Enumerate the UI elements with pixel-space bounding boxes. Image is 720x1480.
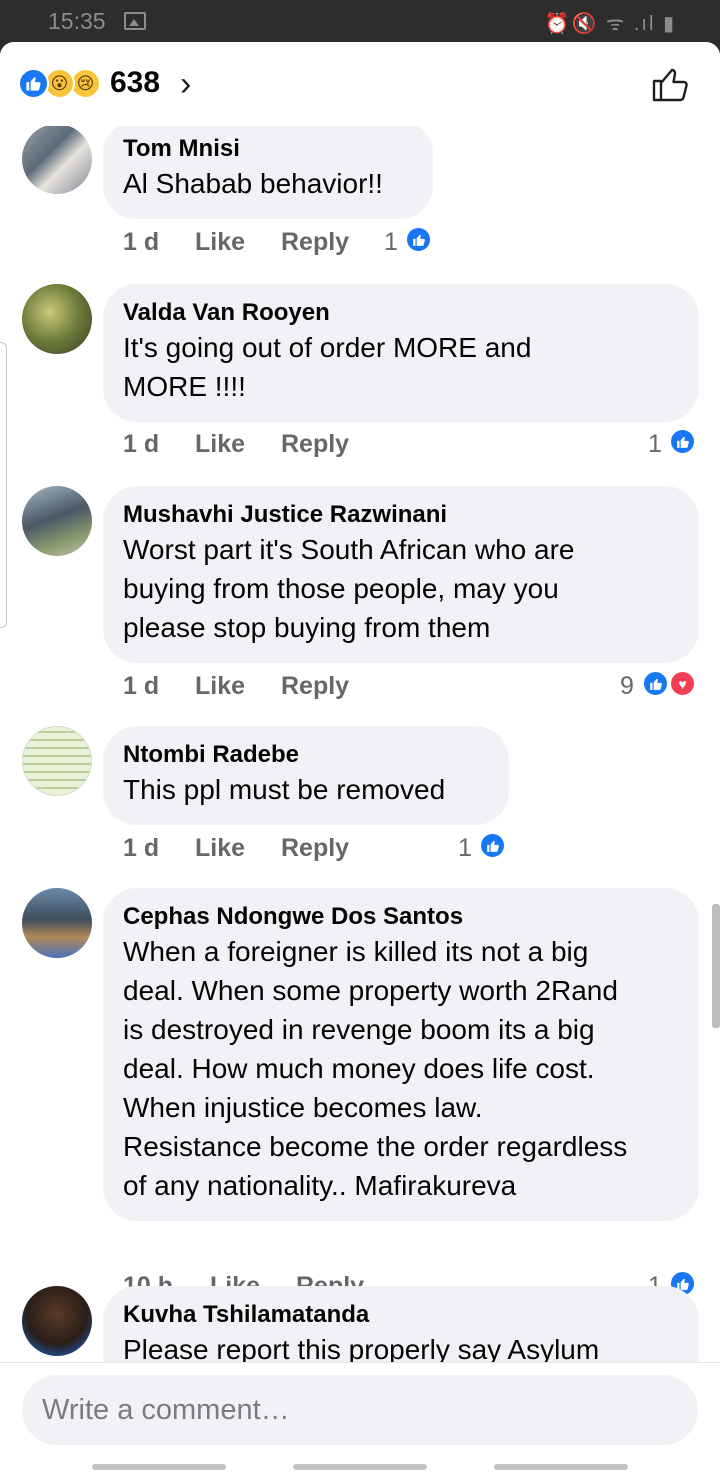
comment-text: buying from those people, may you [123,573,559,604]
comment-text: It's going out of order MORE and [123,332,532,363]
comment-text: of any nationality.. Mafirakureva [123,1170,517,1201]
status-icons: ⏰🔇 ᯤ .ıl ▮ [544,13,676,35]
reaction-summary[interactable]: 😮 😢 [18,68,108,100]
edge-indicator [0,342,7,628]
comment-bubble: Kuvha Tshilamatanda Please report this p… [103,1286,699,1362]
status-time: 15:35 [48,8,106,34]
like-reaction-icon [405,226,432,253]
comment-text: Please report this properly say Asylum [123,1334,600,1362]
comment-text: MORE !!!! [123,371,246,402]
comment-author[interactable]: Tom Mnisi [123,134,413,164]
reply-button[interactable]: Reply [281,228,349,257]
chevron-right-icon[interactable]: › [180,65,191,104]
comment-text: Al Shabab behavior!! [123,168,383,199]
comment-time: 1 d [123,430,160,458]
avatar[interactable] [22,486,92,556]
comment-time: 1 d [123,834,160,862]
avatar[interactable] [22,284,92,354]
comment-list: Tom Mnisi Al Shabab behavior!! 1 d Like … [0,126,720,1362]
comment-text: When a foreigner is killed its not a big [123,936,589,967]
like-reaction-icon [479,832,506,859]
comment-author[interactable]: Valda Van Rooyen [123,298,679,328]
scrollbar[interactable] [712,904,720,1028]
avatar[interactable] [22,888,92,958]
comment-author[interactable]: Mushavhi Justice Razwinani [123,500,679,530]
comment-text: Resistance become the order regardless [123,1131,628,1162]
comment-reaction-count[interactable]: 9 [620,672,634,701]
comments-sheet: 😮 😢 638 › Tom Mnisi Al Shabab behavior!!… [0,42,720,1480]
comment-author[interactable]: Ntombi Radebe [123,740,489,770]
avatar[interactable] [22,726,92,796]
comment-bubble: Valda Van Rooyen It's going out of order… [103,284,699,422]
comment-bubble: Mushavhi Justice Razwinani Worst part it… [103,486,699,663]
reactions-header: 😮 😢 638 › [0,42,720,126]
heart-reaction-icon: ♥ [669,670,696,697]
reply-button[interactable]: Reply [281,672,349,701]
comment-bubble: Cephas Ndongwe Dos Santos When a foreign… [103,888,699,1221]
comment-bubble: Ntombi Radebe This ppl must be removed [103,726,509,825]
like-button[interactable]: Like [195,228,245,257]
avatar[interactable] [22,1286,92,1356]
like-button[interactable]: Like [195,430,245,459]
back-button[interactable] [494,1464,628,1470]
comment-text: is destroyed in revenge boom its a big [123,1014,595,1045]
comment-author[interactable]: Cephas Ndongwe Dos Santos [123,902,679,932]
like-reaction-icon [18,68,49,99]
navigation-bar [0,1452,720,1480]
like-reaction-icon [669,428,696,455]
comment-text: This ppl must be removed [123,774,446,805]
comment-input[interactable] [22,1375,698,1445]
like-button[interactable]: Like [195,834,245,863]
comment-text: deal. When some property worth 2Rand [123,975,618,1006]
like-button[interactable]: Like [195,672,245,701]
status-bar: 15:35 ⏰🔇 ᯤ .ıl ▮ [0,0,720,42]
avatar[interactable] [22,126,92,194]
comment-text: deal. How much money does life cost. [123,1053,595,1084]
comment-text: please stop buying from them [123,612,491,643]
comment-reaction-count[interactable]: 1 [648,430,662,459]
reaction-count[interactable]: 638 [110,66,160,100]
comment-time: 1 d [123,672,160,700]
comment-text: Worst part it's South African who are [123,534,575,565]
comment-bubble: Tom Mnisi Al Shabab behavior!! [103,126,433,219]
comment-time: 1 d [123,228,160,256]
comment-reaction-count[interactable]: 1 [458,834,472,863]
reply-button[interactable]: Reply [281,430,349,459]
comment-text: When injustice becomes law. [123,1092,483,1123]
comment-reaction-count[interactable]: 1 [384,228,398,257]
comment-author[interactable]: Kuvha Tshilamatanda [123,1300,679,1330]
home-button[interactable] [293,1464,427,1470]
reply-button[interactable]: Reply [281,834,349,863]
gallery-icon [124,12,146,30]
like-outline-icon[interactable] [650,64,690,104]
recent-apps-button[interactable] [92,1464,226,1470]
like-reaction-icon [642,670,669,697]
